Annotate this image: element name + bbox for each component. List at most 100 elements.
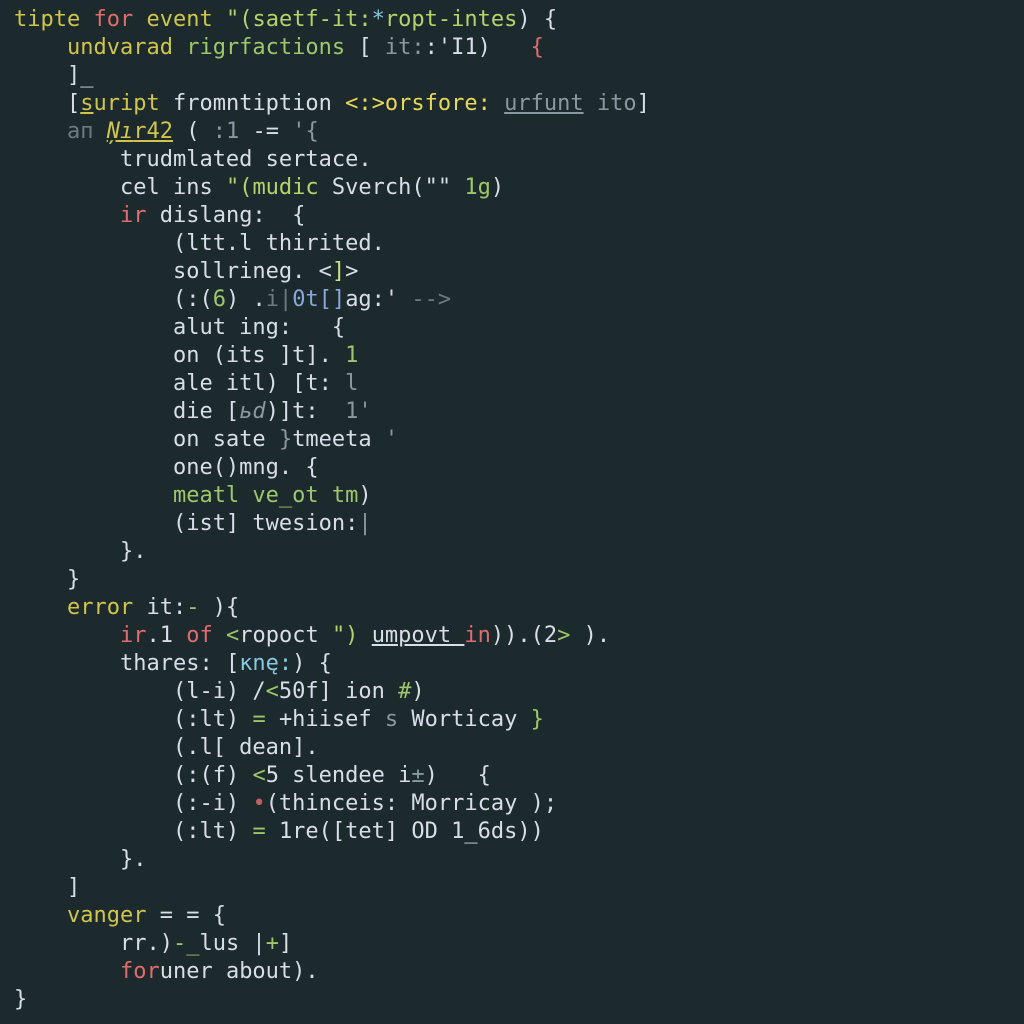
code-token: uner about). bbox=[160, 959, 319, 984]
code-line[interactable]: [suript fromntiption <:>orsfore: urfunt … bbox=[14, 90, 1012, 118]
indent bbox=[14, 763, 173, 788]
indent bbox=[14, 651, 120, 676]
code-token: for bbox=[120, 959, 160, 984]
code-token: } bbox=[67, 567, 80, 592]
indent bbox=[14, 259, 173, 284]
code-line[interactable]: (:(6) .i|0t[]ag:' --> bbox=[14, 286, 1012, 314]
code-token: _ bbox=[80, 63, 93, 88]
code-token: rr.) bbox=[120, 931, 173, 956]
code-token: '{ bbox=[292, 119, 319, 144]
code-token: sollrineg. bbox=[173, 259, 319, 284]
code-line[interactable]: }. bbox=[14, 538, 1012, 566]
code-token: ir bbox=[120, 203, 160, 228]
code-line[interactable]: } bbox=[14, 566, 1012, 594]
code-token: ] bbox=[67, 63, 80, 88]
code-editor[interactable]: tipte for event "(saetf-іt:*ropt-intes) … bbox=[0, 0, 1024, 1020]
code-token: s bbox=[80, 91, 93, 116]
code-line[interactable]: aп Ņır42 ( :1 -= '{ bbox=[14, 118, 1012, 146]
code-line[interactable]: } bbox=[14, 986, 1012, 1014]
code-token: ) { bbox=[425, 763, 491, 788]
code-line[interactable]: (:lt) = 1re([tet] OD 1_6ds)) bbox=[14, 818, 1012, 846]
code-token: ir bbox=[120, 623, 147, 648]
code-line[interactable]: error it:- ){ bbox=[14, 594, 1012, 622]
code-line[interactable]: die [ьd)]t: 1' bbox=[14, 398, 1012, 426]
code-token: ag:' bbox=[345, 287, 411, 312]
code-token: (2 bbox=[531, 623, 558, 648]
indent bbox=[14, 455, 173, 480]
code-token: "( bbox=[226, 175, 253, 200]
code-token: < bbox=[226, 623, 239, 648]
code-line[interactable]: ] bbox=[14, 874, 1012, 902]
code-line[interactable]: ]_ bbox=[14, 62, 1012, 90]
indent bbox=[14, 707, 173, 732]
code-line[interactable]: foruner about). bbox=[14, 958, 1012, 986]
code-line[interactable]: (ist] twesion:| bbox=[14, 510, 1012, 538]
code-line[interactable]: (.l[ dean]. bbox=[14, 734, 1012, 762]
indent bbox=[14, 819, 173, 844]
code-token: ) bbox=[411, 679, 424, 704]
code-token: ( bbox=[173, 119, 213, 144]
code-token: > bbox=[345, 259, 358, 284]
code-line[interactable]: rr.)-_lus |+] bbox=[14, 930, 1012, 958]
code-token: r42 bbox=[133, 119, 173, 144]
code-line[interactable]: sollrineg. <]> bbox=[14, 258, 1012, 286]
code-token: undvarad bbox=[67, 35, 186, 60]
code-token: (:lt) bbox=[173, 819, 252, 844]
code-token: i| bbox=[266, 287, 293, 312]
indent bbox=[14, 483, 173, 508]
code-token: ) bbox=[491, 175, 504, 200]
code-token: --> bbox=[411, 287, 451, 312]
code-token: umpovt bbox=[372, 623, 465, 648]
code-token: = bbox=[252, 707, 279, 732]
code-line[interactable]: (ltt.l thirited. bbox=[14, 230, 1012, 258]
code-line[interactable]: alut ing: { bbox=[14, 314, 1012, 342]
code-line[interactable]: on sate }tmeeta ' bbox=[14, 426, 1012, 454]
code-line[interactable]: }. bbox=[14, 846, 1012, 874]
code-token: ito bbox=[584, 91, 637, 116]
code-line[interactable]: on (its ]t]. 1 bbox=[14, 342, 1012, 370]
code-token: trudmlated sertace. bbox=[120, 147, 372, 172]
code-line[interactable]: vanger = = { bbox=[14, 902, 1012, 930]
code-line[interactable]: ale itl) [t: l bbox=[14, 370, 1012, 398]
code-token: :'I1 bbox=[425, 35, 478, 60]
indent bbox=[14, 287, 173, 312]
code-token: 1g bbox=[464, 175, 491, 200]
code-line[interactable]: ir.1 of <ropoct ") umpovt in)).(2> ). bbox=[14, 622, 1012, 650]
code-token: ) bbox=[478, 35, 491, 60]
code-token: )]t: bbox=[266, 399, 345, 424]
code-line[interactable]: thares: [кnę:) { bbox=[14, 650, 1012, 678]
code-token: > bbox=[557, 623, 570, 648]
code-line[interactable]: (l-i) /<50f] ion #) bbox=[14, 678, 1012, 706]
code-line[interactable]: tipte for event "(saetf-іt:*ropt-intes) … bbox=[14, 6, 1012, 34]
code-line[interactable]: (:lt) = +hiisef ѕ Worticay } bbox=[14, 706, 1012, 734]
code-token: aп bbox=[67, 119, 107, 144]
code-line[interactable]: meatl ve_ot tm) bbox=[14, 482, 1012, 510]
code-line[interactable]: (:(f) <5 slendee i±) { bbox=[14, 762, 1012, 790]
code-token: -= bbox=[252, 119, 292, 144]
code-token: ) bbox=[358, 483, 371, 508]
indent bbox=[14, 567, 67, 592]
code-token: Ņı bbox=[107, 119, 134, 144]
code-token: (:-i) bbox=[173, 791, 252, 816]
code-token: } bbox=[279, 427, 292, 452]
code-token: sate bbox=[199, 427, 278, 452]
code-token: ){ bbox=[213, 595, 240, 620]
code-token: ] bbox=[67, 875, 80, 900]
code-line[interactable]: (:-i) •(thinceis: Morricay ); bbox=[14, 790, 1012, 818]
code-line[interactable]: undvarad rigrfactions [ it::'I1) { bbox=[14, 34, 1012, 62]
code-token: :1 bbox=[213, 119, 253, 144]
indent bbox=[14, 791, 173, 816]
code-line[interactable]: trudmlated sertace. bbox=[14, 146, 1012, 174]
code-token: cel ins bbox=[120, 175, 226, 200]
code-token: error bbox=[67, 595, 146, 620]
code-token: ] bbox=[637, 91, 650, 116]
code-token: ropoct bbox=[239, 623, 332, 648]
code-token: } bbox=[14, 987, 27, 1012]
code-line[interactable]: ir dislang: { bbox=[14, 202, 1012, 230]
code-line[interactable]: cel ins "(mudic Sverch("" 1g) bbox=[14, 174, 1012, 202]
code-token: for bbox=[93, 7, 146, 32]
code-token: <:> bbox=[345, 91, 385, 116]
code-token: ] bbox=[279, 931, 292, 956]
code-line[interactable]: one()mng. { bbox=[14, 454, 1012, 482]
code-token: uript bbox=[93, 91, 172, 116]
